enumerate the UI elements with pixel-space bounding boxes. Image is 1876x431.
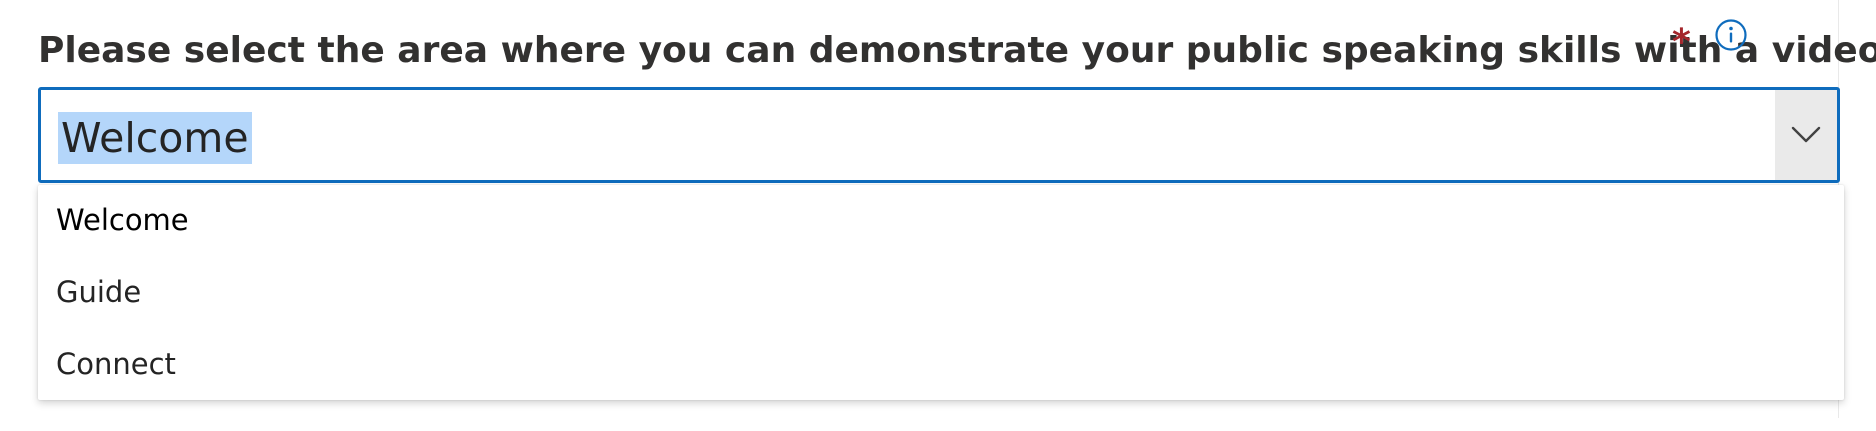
required-marker: * [1672,22,1691,63]
dropdown-option-welcome[interactable]: Welcome [38,185,1844,255]
question-title: Please select the area where you can dem… [38,29,1876,71]
dropdown-option-guide[interactable]: Guide [38,257,1844,327]
area-select[interactable]: Welcome [38,87,1840,183]
dropdown-option-connect[interactable]: Connect [38,329,1844,399]
chevron-down-icon [1791,126,1821,143]
dropdown-list: Welcome Guide Connect [38,185,1844,400]
dropdown-toggle-button[interactable] [1775,90,1837,180]
info-icon[interactable] [1714,18,1748,52]
select-current-value: Welcome [58,112,252,164]
